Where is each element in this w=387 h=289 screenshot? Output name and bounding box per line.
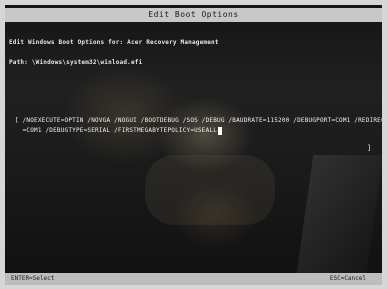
screen-title: Edit Boot Options bbox=[148, 10, 239, 19]
options-close-bracket: ] bbox=[367, 144, 372, 152]
edit-heading: Edit Windows Boot Options for: Acer Reco… bbox=[9, 39, 219, 46]
boot-options-line-2: =COM1 /DEBUGTYPE=SERIAL /FIRSTMEGABYTEPO… bbox=[15, 126, 373, 136]
path-row: Path: \Windows\system32\winload.efi bbox=[9, 59, 142, 66]
boot-options-input[interactable]: [ /NOEXECUTE=OPTIN /NOVGA /NOGUI /BOOTDE… bbox=[15, 116, 382, 136]
title-bar: Edit Boot Options bbox=[5, 8, 382, 22]
text-cursor bbox=[218, 126, 223, 135]
screen-reflection-light bbox=[296, 155, 382, 273]
footer-bar: ENTER=Select ESC=Cancel bbox=[5, 273, 382, 285]
footer-esc-hint: ESC=Cancel bbox=[329, 275, 366, 282]
path-value: \Windows\system32\winload.efi bbox=[31, 59, 143, 66]
boot-options-line-2-text: =COM1 /DEBUGTYPE=SERIAL /FIRSTMEGABYTEPO… bbox=[15, 127, 218, 134]
screen-reflection bbox=[145, 155, 275, 225]
boot-options-line-1: [ /NOEXECUTE=OPTIN /NOVGA /NOGUI /BOOTDE… bbox=[15, 117, 382, 124]
footer-enter-hint: ENTER=Select bbox=[11, 275, 55, 282]
boot-options-screen: Edit Boot Options Edit Windows Boot Opti… bbox=[5, 5, 382, 285]
path-label: Path: bbox=[9, 59, 29, 66]
